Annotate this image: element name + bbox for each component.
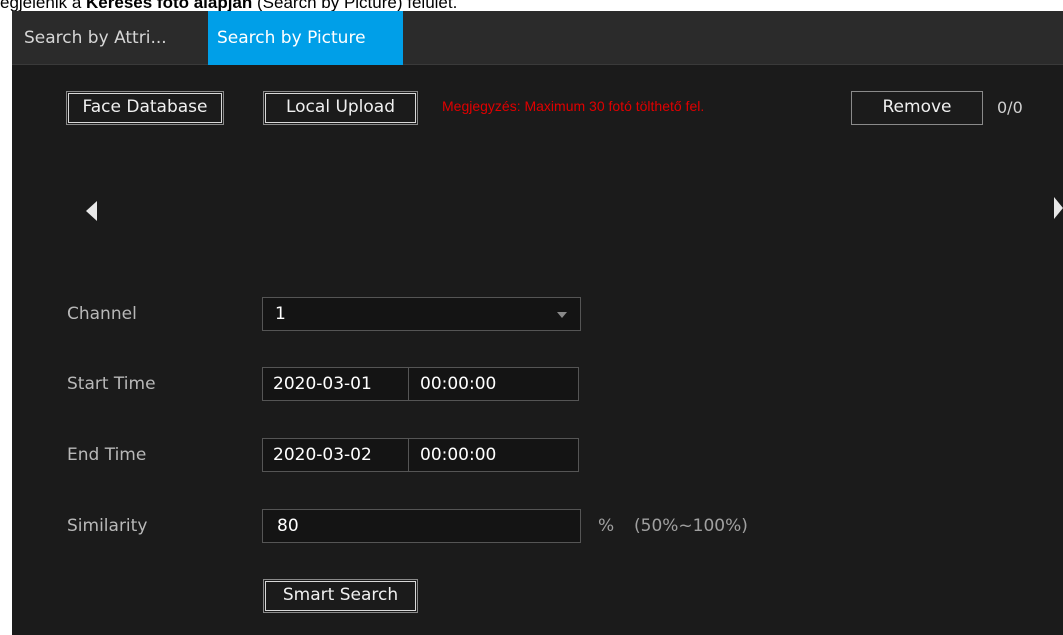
chevron-down-icon (557, 312, 567, 318)
end-time-input[interactable]: 00:00:00 (409, 439, 578, 471)
face-database-button[interactable]: Face Database (66, 91, 224, 125)
channel-value: 1 (275, 304, 286, 324)
similarity-label: Similarity (67, 516, 148, 536)
smart-search-button[interactable]: Smart Search (263, 579, 418, 613)
caption-bold: Keresés fotó alapján (86, 0, 253, 11)
end-time-label: End Time (67, 445, 147, 465)
arrow-right-icon[interactable] (1054, 197, 1063, 219)
document-caption: egjelenik a Keresés fotó alapján (Search… (0, 0, 1063, 11)
start-time-field[interactable]: 2020-03-01 00:00:00 (262, 367, 579, 401)
end-time-field[interactable]: 2020-03-02 00:00:00 (262, 438, 579, 472)
upload-limit-note: Megjegyzés: Maximum 30 fotó tölthető fel… (442, 98, 705, 114)
remove-button[interactable]: Remove (851, 91, 983, 125)
local-upload-button[interactable]: Local Upload (263, 91, 418, 125)
channel-select[interactable]: 1 (262, 297, 581, 331)
end-date-input[interactable]: 2020-03-02 (263, 439, 409, 471)
similarity-unit: % (598, 516, 615, 536)
similarity-range: (50%~100%) (634, 516, 748, 536)
tab-search-by-attribute[interactable]: Search by Attri... (12, 11, 208, 65)
arrow-left-icon[interactable] (86, 201, 97, 221)
tab-bar: Search by Attri... Search by Picture (12, 11, 1063, 65)
search-panel: Search by Attri... Search by Picture Fac… (12, 11, 1063, 635)
similarity-input[interactable]: 80 (262, 509, 581, 543)
start-date-input[interactable]: 2020-03-01 (263, 368, 409, 400)
caption-suffix: (Search by Picture) felület. (252, 0, 458, 11)
caption-prefix: egjelenik a (0, 0, 87, 11)
channel-label: Channel (67, 304, 137, 324)
picture-counter: 0/0 (997, 98, 1023, 117)
tab-search-by-picture[interactable]: Search by Picture (208, 11, 403, 65)
start-time-label: Start Time (67, 374, 156, 394)
start-time-input[interactable]: 00:00:00 (409, 368, 578, 400)
